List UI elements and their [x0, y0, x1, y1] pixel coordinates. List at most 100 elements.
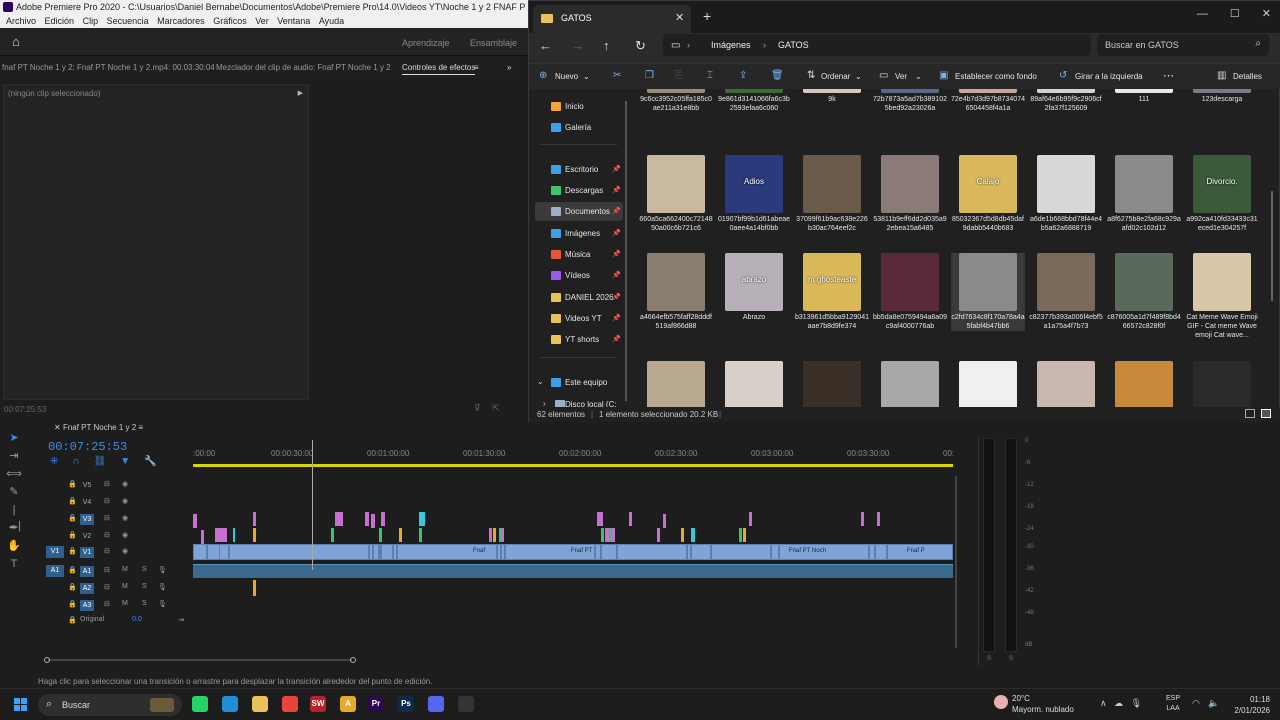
v2-v3-clip[interactable]	[629, 512, 632, 526]
file-explorer-icon[interactable]	[252, 696, 268, 712]
forward-icon[interactable]: →	[571, 38, 584, 53]
snap-icon[interactable]: ∩	[72, 456, 79, 467]
v3-clip[interactable]	[419, 512, 425, 526]
up-icon[interactable]: ↑	[603, 38, 610, 53]
green-clip[interactable]	[601, 528, 604, 542]
app-a-icon[interactable]: A	[340, 696, 356, 712]
v1-clip[interactable]	[601, 544, 617, 560]
lock-icon[interactable]: 🔒	[68, 600, 77, 608]
mute-button[interactable]: M	[122, 566, 128, 573]
minimize-icon[interactable]: —	[1197, 8, 1208, 20]
premiere-icon[interactable]: Pr	[368, 696, 384, 712]
green-clip[interactable]	[331, 528, 334, 542]
sync-lock-icon[interactable]: ⊟	[104, 514, 110, 522]
sync-lock-icon[interactable]: ⊟	[104, 547, 110, 555]
solo-button[interactable]: S	[142, 600, 147, 607]
v1-clip[interactable]	[617, 544, 687, 560]
large-icons-view-icon[interactable]	[1261, 409, 1271, 418]
file-tile[interactable]	[717, 361, 791, 407]
chevron-down-icon[interactable]: ⌄	[537, 377, 544, 386]
source-patch-v1[interactable]: V1	[46, 546, 64, 558]
file-tile[interactable]: a4664efb575faff28dddf519af866d88	[639, 253, 713, 331]
export-frame-icon[interactable]: ⇱	[492, 403, 500, 414]
nav-item-galería[interactable]: Galería	[535, 118, 623, 137]
search-box[interactable]: Buscar en GATOS ⌕	[1097, 34, 1269, 56]
green-clip[interactable]	[609, 528, 612, 542]
panel-menu-icon[interactable]: ≡	[474, 63, 479, 72]
file-tile[interactable]: 9c6cc3952c05ffa185c0ae211a31e8bb	[639, 89, 713, 113]
eye-icon[interactable]: ◉	[122, 497, 128, 505]
sync-lock-icon[interactable]: ⊟	[104, 583, 110, 591]
nav-item-música[interactable]: Música 📌	[535, 245, 623, 264]
lock-icon[interactable]: 🔒	[68, 531, 77, 539]
discord-icon[interactable]	[428, 696, 444, 712]
eye-icon[interactable]: ◉	[122, 480, 128, 488]
effect-controls-tab[interactable]: Controles de efectos	[402, 63, 476, 75]
refresh-icon[interactable]: ↻	[635, 38, 646, 54]
file-tile[interactable]: 111	[1107, 89, 1181, 104]
menu-ayuda[interactable]: Ayuda	[319, 16, 344, 26]
timeline-zoom-scrollbar[interactable]	[44, 657, 356, 663]
file-tile[interactable]: bb5da8e0759494a8a09c9af4000776ab	[873, 253, 947, 331]
sequence-menu-icon[interactable]: ≡	[138, 423, 143, 432]
green-clip[interactable]	[379, 528, 382, 542]
v2-v3-clip[interactable]	[657, 528, 660, 542]
v2-v3-clip[interactable]	[877, 512, 880, 526]
sync-lock-icon[interactable]: ⊟	[104, 497, 110, 505]
2024-app-icon[interactable]: SW	[310, 696, 326, 712]
windows-start-icon[interactable]	[14, 698, 28, 712]
nav-item-imágenes[interactable]: Imágenes 📌	[535, 224, 623, 243]
breadcrumb-gatos[interactable]: GATOS	[778, 40, 809, 50]
orange-clip[interactable]	[493, 528, 496, 542]
rename-icon[interactable]: ⌶	[707, 70, 713, 81]
orange-clip[interactable]	[399, 528, 402, 542]
file-tile[interactable]: 53811b9eff6dd2d035a92ebea15a6485	[873, 155, 947, 233]
file-tile[interactable]: 89af64e6b95f9c2906cf2fa37f125609	[1029, 89, 1103, 113]
solo-button[interactable]: S	[142, 583, 147, 590]
file-tile[interactable]: 9e861d3141066fa6c3b2593efaa6c060	[717, 89, 791, 113]
address-bar[interactable]: ▭ › Imágenes › GATOS	[663, 34, 1091, 56]
expand-triangle-icon[interactable]: ▶	[298, 89, 303, 97]
track-name-v2[interactable]: V2	[80, 531, 94, 542]
go-to-end-icon[interactable]: ⇥	[178, 616, 184, 624]
voiceover-mic-icon[interactable]: 🎙	[158, 600, 167, 608]
v2-v3-clip[interactable]	[371, 514, 375, 528]
sequence-close-icon[interactable]: ✕	[54, 423, 63, 432]
explorer-tab-gatos[interactable]: GATOS ✕	[533, 5, 691, 33]
timeline-vertical-scrollbar[interactable]	[953, 470, 959, 654]
v2-v3-clip[interactable]	[749, 512, 752, 526]
file-tile[interactable]: c876005a1d7f489f8bd466572c828f0f	[1107, 253, 1181, 331]
scroll-handle-left[interactable]	[44, 657, 50, 663]
menu-ventana[interactable]: Ventana	[277, 16, 310, 26]
v3-clip[interactable]	[691, 528, 695, 542]
master-volume[interactable]: 0.0	[132, 616, 142, 623]
chevron-down-icon[interactable]: ⌄	[855, 72, 862, 81]
nav-item-yt-shorts[interactable]: YT shorts 📌	[535, 330, 623, 349]
menu-ver[interactable]: Ver	[255, 16, 269, 26]
v2-v3-clip[interactable]	[201, 530, 204, 544]
file-tile[interactable]: 72e4b7d3d97b87340746504458f4a1a	[951, 89, 1025, 113]
photoshop-icon[interactable]: Ps	[398, 696, 414, 712]
cloud-icon[interactable]: ☁	[1114, 698, 1123, 708]
v1-clip[interactable]	[711, 544, 771, 560]
file-grid-scrollbar[interactable]	[1271, 191, 1273, 301]
nav-item-inicio[interactable]: Inicio	[535, 97, 623, 116]
chevron-down-icon[interactable]: ⌄	[583, 72, 590, 81]
home-icon[interactable]: ⌂	[12, 35, 25, 48]
lock-icon[interactable]: 🔒	[68, 583, 77, 591]
linked-selection-icon[interactable]: ⛓	[94, 456, 107, 467]
v2-v3-clip[interactable]	[365, 512, 369, 526]
sequence-timecode[interactable]: 00:07:25:53	[48, 440, 127, 454]
file-tile[interactable]: 123descarga	[1185, 89, 1259, 104]
eye-icon[interactable]: ◉	[122, 531, 128, 539]
sequence-tab[interactable]: ✕ Fnaf PT Noche 1 y 2 ≡	[54, 423, 143, 432]
a1-audio-clip[interactable]	[193, 564, 953, 578]
track-name-v5[interactable]: V5	[80, 480, 94, 491]
file-tile[interactable]	[951, 361, 1025, 407]
close-tab-icon[interactable]: ✕	[675, 11, 684, 24]
edge-icon[interactable]	[222, 696, 238, 712]
maximize-icon[interactable]: ☐	[1230, 8, 1240, 20]
v1-clip[interactable]	[193, 544, 207, 560]
orange-clip[interactable]	[743, 528, 746, 542]
solo-button[interactable]: S	[142, 566, 147, 573]
